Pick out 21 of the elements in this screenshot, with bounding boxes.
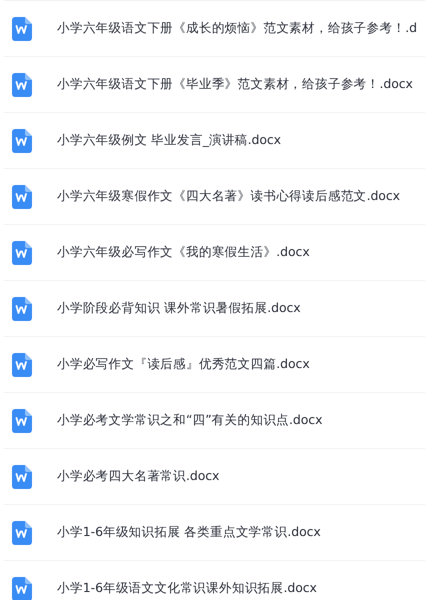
word-document-icon (12, 408, 32, 432)
word-document-icon (12, 464, 32, 488)
file-name[interactable]: 小学必考文学常识之和“四”有关的知识点.docx (57, 412, 322, 429)
word-document-icon (12, 72, 32, 96)
file-name[interactable]: 小学六年级语文下册《成长的烦恼》范文素材，给孩子参考！.d (57, 20, 418, 37)
word-document-icon (12, 352, 32, 376)
word-document-icon (12, 128, 32, 152)
file-name[interactable]: 小学1-6年级语文文化常识课外知识拓展.docx (57, 580, 317, 597)
file-name[interactable]: 小学1-6年级知识拓展 各类重点文学常识.docx (57, 524, 321, 541)
file-name[interactable]: 小学六年级例文 毕业发言_演讲稿.docx (57, 132, 281, 149)
file-name[interactable]: 小学阶段必背知识 课外常识暑假拓展.docx (57, 300, 301, 317)
file-name[interactable]: 小学六年级寒假作文《四大名著》读书心得读后感范文.docx (57, 188, 400, 205)
file-name[interactable]: 小学必写作文『读后感』优秀范文四篇.docx (57, 356, 310, 373)
word-document-icon (12, 296, 32, 320)
file-name[interactable]: 小学六年级必写作文《我的寒假生活》.docx (57, 244, 310, 261)
word-document-icon (12, 184, 32, 208)
file-name[interactable]: 小学六年级语文下册《毕业季》范文素材，给孩子参考！.docx (57, 76, 413, 93)
file-name[interactable]: 小学必考四大名著常识.docx (57, 468, 220, 485)
word-document-icon (12, 520, 32, 544)
word-document-icon (12, 240, 32, 264)
word-document-icon (12, 16, 32, 40)
